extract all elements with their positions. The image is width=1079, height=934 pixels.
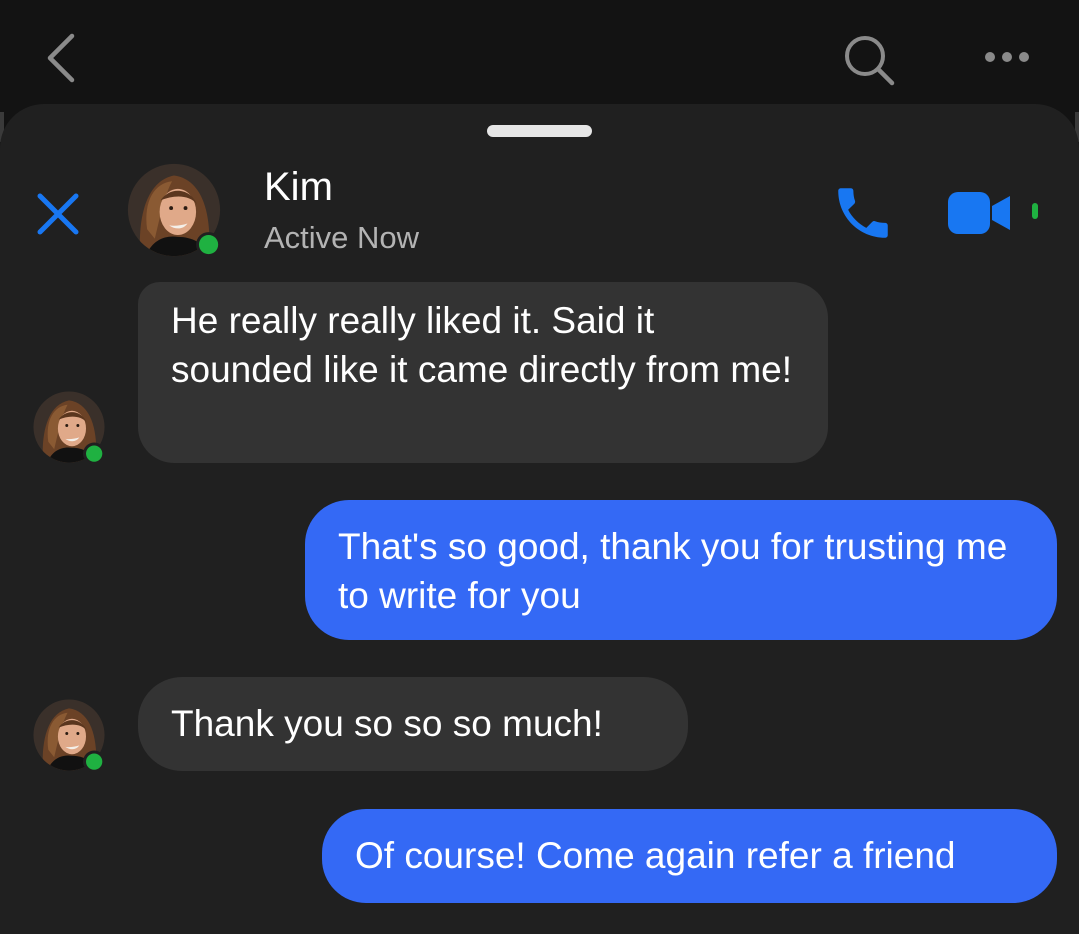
incoming-message-bubble[interactable]: He really really liked it. Said it sound… <box>138 282 828 463</box>
contact-status: Active Now <box>264 220 420 255</box>
phone-icon <box>838 188 888 238</box>
back-button[interactable] <box>40 30 84 86</box>
online-indicator <box>86 445 103 462</box>
more-options-button[interactable] <box>980 44 1036 70</box>
close-button[interactable] <box>34 190 82 238</box>
search-button[interactable] <box>838 30 898 90</box>
chevron-left-icon <box>47 33 75 83</box>
incoming-message-bubble[interactable]: Thank you so so so much! <box>138 677 688 771</box>
voice-call-button[interactable] <box>830 180 896 246</box>
message-avatar[interactable] <box>32 390 106 465</box>
search-icon <box>845 36 895 86</box>
close-icon <box>37 193 79 235</box>
message-avatar[interactable] <box>32 698 106 773</box>
outgoing-message-bubble[interactable]: Of course! Come again refer a friend <box>322 809 1057 903</box>
more-dots-icon <box>985 52 1029 62</box>
outgoing-message-bubble[interactable]: That's so good, thank you for trusting m… <box>305 500 1057 640</box>
top-app-bar <box>0 0 1079 120</box>
contact-photo <box>32 390 106 465</box>
video-camera-icon <box>948 192 1010 234</box>
contact-photo <box>126 162 222 258</box>
video-call-button[interactable] <box>946 188 1012 238</box>
contact-photo <box>32 698 106 773</box>
online-indicator <box>86 753 103 770</box>
online-indicator <box>198 234 219 255</box>
contact-avatar[interactable] <box>126 162 222 258</box>
contact-name: Kim <box>264 165 333 209</box>
active-indicator-edge <box>1032 203 1038 219</box>
sheet-drag-handle[interactable] <box>487 125 592 137</box>
